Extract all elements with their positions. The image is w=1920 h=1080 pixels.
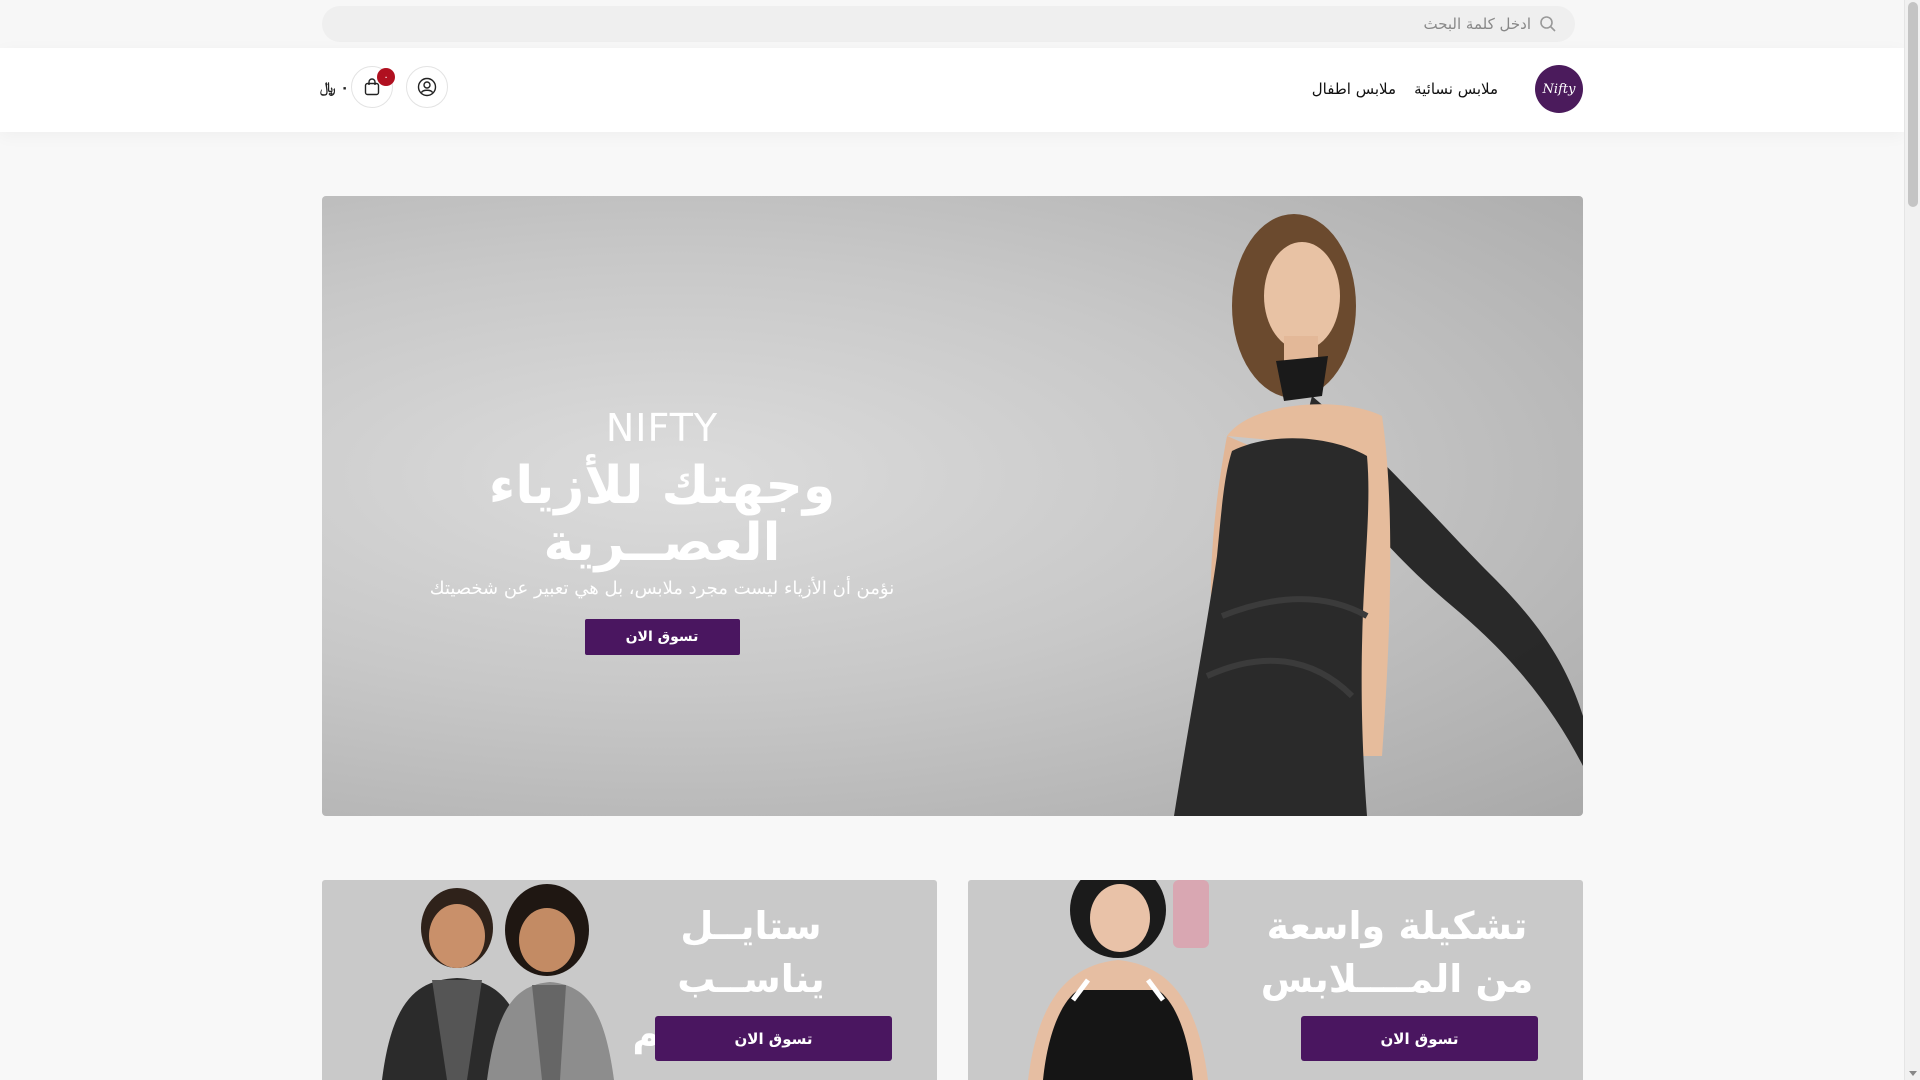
promo-kids-image (382, 884, 614, 1080)
hero-banner: NIFTY وجهتك للأزياء العصــرية نؤمن أن ال… (322, 196, 1583, 816)
nav-link-kids[interactable]: ملابس اطفال (1312, 80, 1396, 98)
search-input[interactable] (931, 15, 1531, 33)
hero-subtitle: نؤمن أن الأزياء ليست مجرد ملابس، بل هي ت… (429, 578, 895, 600)
promo-women-title-line2: من المــــلابس (1260, 957, 1534, 1002)
search-box[interactable] (322, 6, 1575, 42)
promo-women-title-line1: تشكيلة واسعة (1266, 904, 1528, 948)
scroll-down-arrow-icon[interactable] (1909, 1071, 1917, 1076)
site-header: Nifty ملابس نسائية ملابس اطفال ٠ ٠ ﷼ (0, 48, 1904, 132)
scrollbar-thumb[interactable] (1908, 2, 1918, 207)
user-icon (417, 77, 437, 97)
search-bar-strip (0, 0, 1904, 48)
promo-women-shop-now-button[interactable]: تسوق الان (1301, 1016, 1538, 1061)
promo-kids-shop-now-button[interactable]: تسوق الان (655, 1016, 892, 1061)
account-button[interactable] (406, 66, 448, 108)
search-icon[interactable] (1539, 15, 1557, 33)
nav-link-women[interactable]: ملابس نسائية (1414, 80, 1498, 98)
hero-brand: NIFTY (605, 406, 719, 450)
hero-shop-now-button[interactable]: تسوق الان (584, 619, 740, 656)
promo-card-women[interactable]: تشكيلة واسعة من المــــلابس تسوق الان (968, 880, 1583, 1080)
cart-total: ٠ ﷼ (320, 80, 349, 96)
logo-text: Nifty (1542, 81, 1576, 97)
cart-count-badge: ٠ (377, 68, 395, 86)
hero-text-block: NIFTY وجهتك للأزياء العصــرية نؤمن أن ال… (382, 406, 942, 656)
promo-women-image (1028, 880, 1209, 1080)
site-logo[interactable]: Nifty (1535, 65, 1583, 113)
page-scrollbar[interactable] (1904, 0, 1920, 1080)
promo-kids-title-line1: ستايــل يناســب (677, 904, 825, 1002)
hero-title: وجهتك للأزياء العصــرية (488, 456, 836, 574)
promo-card-kids[interactable]: ستايــل يناســب صغاركـــــــم تسوق الان (322, 880, 937, 1080)
hero-model-image (1174, 214, 1583, 816)
promo-women-title: تشكيلة واسعة من المــــلابس (1247, 900, 1547, 1006)
